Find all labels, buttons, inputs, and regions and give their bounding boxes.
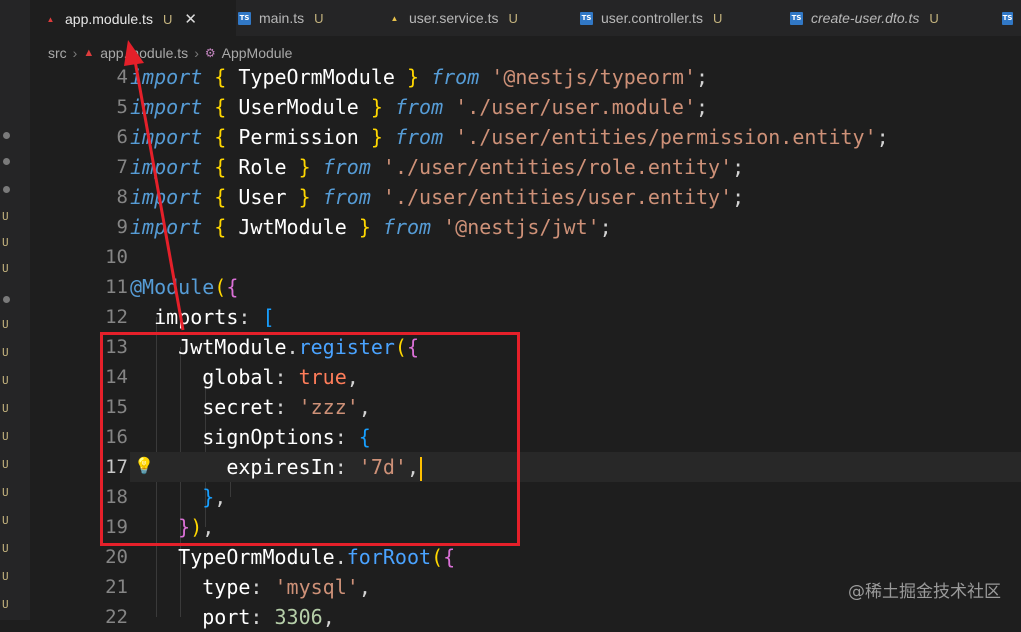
annotation-arrow (124, 40, 185, 331)
watermark: @稀土掘金技术社区 (848, 582, 1001, 602)
